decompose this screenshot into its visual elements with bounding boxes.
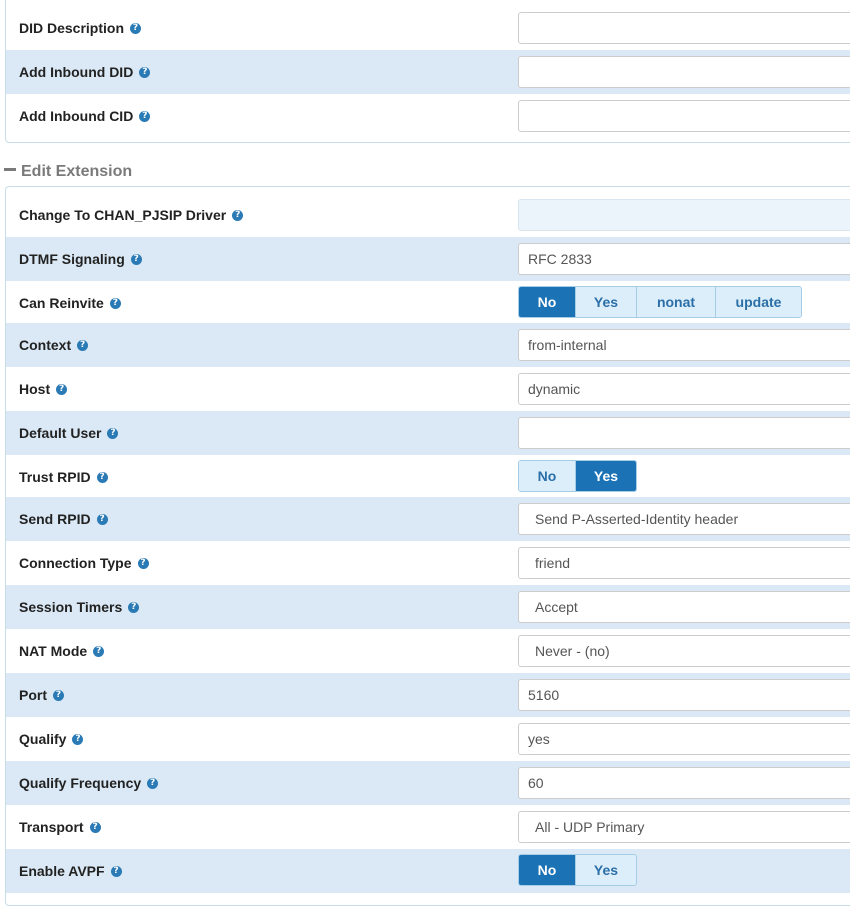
qualify-label: Qualify bbox=[19, 731, 67, 747]
port-input[interactable]: 5160 bbox=[518, 679, 850, 711]
edit-extension-title: Edit Extension bbox=[21, 163, 133, 180]
port-label: Port bbox=[19, 687, 47, 703]
add-inbound-cid-row: Add Inbound CID? bbox=[6, 94, 850, 138]
help-icon[interactable]: ? bbox=[72, 733, 84, 745]
edit-extension-panel: Change To CHAN_PJSIP Driver? DTMF Signal… bbox=[5, 186, 850, 906]
default-user-label: Default User bbox=[19, 425, 102, 441]
qualify-frequency-row: Qualify Frequency? 60 bbox=[6, 761, 850, 805]
qualify-input[interactable]: yes bbox=[518, 723, 850, 755]
enable-avpf-no[interactable]: No bbox=[519, 855, 575, 885]
nat-mode-select[interactable]: Never - (no) bbox=[518, 635, 850, 667]
help-icon[interactable]: ? bbox=[137, 557, 149, 569]
edit-extension-heading[interactable]: Edit Extension bbox=[4, 160, 132, 184]
session-timers-select[interactable]: Accept bbox=[518, 591, 850, 623]
help-icon[interactable]: ? bbox=[232, 209, 244, 221]
trust-rpid-toggle: No Yes bbox=[518, 460, 637, 492]
help-icon[interactable]: ? bbox=[109, 297, 121, 309]
enable-avpf-toggle: No Yes bbox=[518, 854, 637, 886]
transport-label: Transport bbox=[19, 819, 84, 835]
did-panel: DID Description? Add Inbound DID? Add In… bbox=[5, 0, 850, 143]
can-reinvite-row: Can Reinvite? No Yes nonat update bbox=[6, 281, 850, 325]
session-timers-row: Session Timers? Accept bbox=[6, 585, 850, 629]
default-user-input[interactable] bbox=[518, 417, 850, 449]
help-icon[interactable]: ? bbox=[89, 821, 101, 833]
help-icon[interactable]: ? bbox=[139, 110, 151, 122]
can-reinvite-nonat[interactable]: nonat bbox=[636, 287, 715, 317]
trust-rpid-yes[interactable]: Yes bbox=[575, 461, 636, 491]
collapse-minus-icon[interactable] bbox=[4, 168, 16, 172]
dtmf-signaling-select[interactable]: RFC 2833 bbox=[518, 243, 850, 275]
add-inbound-did-input[interactable] bbox=[518, 56, 850, 88]
add-inbound-did-label: Add Inbound DID bbox=[19, 64, 134, 80]
help-icon[interactable]: ? bbox=[53, 689, 64, 701]
help-icon[interactable]: ? bbox=[107, 427, 119, 439]
nat-mode-label: NAT Mode bbox=[19, 643, 88, 659]
port-row: Port? 5160 bbox=[6, 673, 850, 717]
help-icon[interactable]: ? bbox=[56, 383, 68, 395]
can-reinvite-yes[interactable]: Yes bbox=[575, 287, 636, 317]
change-driver-label: Change To CHAN_PJSIP Driver bbox=[19, 207, 227, 223]
help-icon[interactable]: ? bbox=[130, 253, 142, 265]
help-icon[interactable]: ? bbox=[147, 777, 159, 789]
qualify-frequency-label: Qualify Frequency bbox=[19, 775, 142, 791]
change-driver-row: Change To CHAN_PJSIP Driver? bbox=[6, 193, 850, 237]
enable-avpf-yes[interactable]: Yes bbox=[575, 855, 636, 885]
help-icon[interactable]: ? bbox=[110, 865, 122, 877]
help-icon[interactable]: ? bbox=[128, 601, 140, 613]
context-label: Context bbox=[19, 337, 72, 353]
help-icon[interactable]: ? bbox=[93, 645, 105, 657]
nat-mode-row: NAT Mode? Never - (no) bbox=[6, 629, 850, 673]
send-rpid-row: Send RPID? Send P-Asserted-Identity head… bbox=[6, 497, 850, 541]
did-description-row: DID Description? bbox=[6, 6, 850, 50]
did-description-input[interactable] bbox=[518, 12, 850, 44]
help-icon[interactable]: ? bbox=[96, 471, 108, 483]
transport-row: Transport? All - UDP Primary bbox=[6, 805, 850, 849]
default-user-row: Default User? bbox=[6, 411, 850, 455]
enable-avpf-row: Enable AVPF? No Yes bbox=[6, 849, 850, 893]
did-description-label: DID Description bbox=[19, 20, 125, 36]
send-rpid-select[interactable]: Send P-Asserted-Identity header bbox=[518, 503, 850, 535]
qualify-row: Qualify? yes bbox=[6, 717, 850, 761]
context-row: Context? from-internal bbox=[6, 323, 850, 367]
change-driver-field[interactable] bbox=[518, 199, 850, 231]
help-icon[interactable]: ? bbox=[139, 66, 151, 78]
context-input[interactable]: from-internal bbox=[518, 329, 850, 361]
connection-type-label: Connection Type bbox=[19, 555, 132, 571]
host-input[interactable]: dynamic bbox=[518, 373, 850, 405]
add-inbound-did-row: Add Inbound DID? bbox=[6, 50, 850, 94]
trust-rpid-label: Trust RPID bbox=[19, 469, 91, 485]
trust-rpid-no[interactable]: No bbox=[519, 461, 575, 491]
connection-type-select[interactable]: friend bbox=[518, 547, 850, 579]
can-reinvite-toggle: No Yes nonat update bbox=[518, 286, 802, 318]
send-rpid-label: Send RPID bbox=[19, 511, 91, 527]
dtmf-signaling-label: DTMF Signaling bbox=[19, 251, 125, 267]
can-reinvite-update[interactable]: update bbox=[715, 287, 801, 317]
add-inbound-cid-input[interactable] bbox=[518, 100, 850, 132]
enable-avpf-label: Enable AVPF bbox=[19, 863, 105, 879]
trust-rpid-row: Trust RPID? No Yes bbox=[6, 455, 850, 499]
dtmf-signaling-row: DTMF Signaling? RFC 2833 bbox=[6, 237, 850, 281]
transport-select[interactable]: All - UDP Primary bbox=[518, 811, 850, 843]
qualify-frequency-input[interactable]: 60 bbox=[518, 767, 850, 799]
can-reinvite-no[interactable]: No bbox=[519, 287, 575, 317]
add-inbound-cid-label: Add Inbound CID bbox=[19, 108, 134, 124]
help-icon[interactable]: ? bbox=[130, 22, 142, 34]
host-row: Host? dynamic bbox=[6, 367, 850, 411]
help-icon[interactable]: ? bbox=[77, 339, 89, 351]
host-label: Host bbox=[19, 381, 51, 397]
connection-type-row: Connection Type? friend bbox=[6, 541, 850, 585]
can-reinvite-label: Can Reinvite bbox=[19, 295, 104, 311]
session-timers-label: Session Timers bbox=[19, 599, 123, 615]
help-icon[interactable]: ? bbox=[96, 513, 108, 525]
